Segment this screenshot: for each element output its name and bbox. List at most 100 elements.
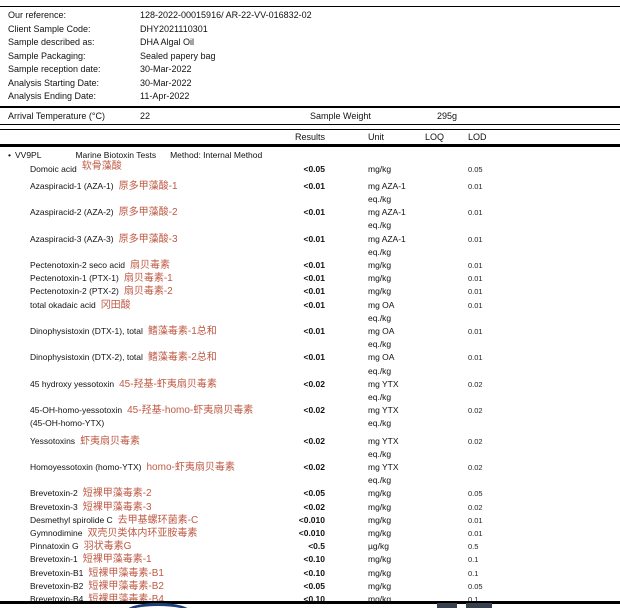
table-row: Brevetoxin-B1短裸甲藻毒素-B1 <0.10 mg/kg 0.1	[0, 567, 620, 580]
lod-value: 0.1	[468, 567, 620, 580]
result-value: <0.01	[268, 206, 325, 232]
analyte-name: Brevetoxin-B1	[30, 568, 83, 578]
loq-value	[425, 514, 468, 527]
result-value: <0.02	[268, 501, 325, 514]
arrival-temperature-value: 22	[140, 110, 150, 123]
table-row: Brevetoxin-B2短裸甲藻毒素-B2 <0.05 mg/kg 0.05	[0, 580, 620, 593]
analyte-annotation-cn: 原多甲藻酸-1	[119, 181, 178, 192]
table-row: Homoyessotoxin (homo-YTX) homo-虾夷扇贝毒素 <0.…	[0, 461, 620, 487]
bottom-thick-rule	[0, 601, 620, 604]
result-value: <0.01	[268, 325, 325, 351]
lod-value: 0.01	[468, 180, 620, 206]
analyte-annotation-cn: 扇贝毒素-1	[124, 273, 173, 284]
result-value: <0.02	[268, 435, 325, 461]
loq-value	[425, 527, 468, 540]
table-row: Brevetoxin-B4短裸甲藻毒素-B4 <0.10 mg/kg 0.1	[0, 593, 620, 606]
sample-info-row: Analysis Ending Date:11-Apr-2022	[8, 90, 312, 104]
loq-value	[425, 285, 468, 298]
lod-value: 0.01	[468, 351, 620, 377]
analyte-name: Pectenotoxin-2 (PTX-2)	[30, 286, 119, 296]
loq-value	[425, 206, 468, 232]
lod-value: 0.01	[468, 299, 620, 325]
field-label: Analysis Starting Date:	[8, 77, 140, 91]
unit-value: mg/kg	[368, 273, 391, 283]
section-name: Marine Biotoxin Tests	[75, 150, 156, 160]
loq-value	[425, 180, 468, 206]
loq-value	[425, 272, 468, 285]
field-label: Client Sample Code:	[8, 23, 140, 37]
table-row: Pectenotoxin-2 (PTX-2)扇贝毒素-2 <0.01 mg/kg…	[0, 285, 620, 298]
field-label: Our reference:	[8, 9, 140, 23]
analyte-annotation-cn: 短裸甲藻毒素-3	[83, 502, 152, 513]
sample-info-row: Sample Packaging:Sealed papery bag	[8, 50, 312, 64]
field-label: Sample Packaging:	[8, 50, 140, 64]
field-label: Sample reception date:	[8, 63, 140, 77]
unit-value: mg/kg	[368, 581, 391, 591]
analyte-annotation-cn: 45-羟基-homo-虾夷扇贝毒素	[127, 405, 253, 416]
analyte-annotation-cn: 原多甲藻酸-2	[119, 207, 178, 218]
table-row: Gymnodimine双壳贝类体内环亚胺毒素 <0.010 mg/kg 0.01	[0, 527, 620, 540]
header-band-rule-bottom	[0, 129, 620, 130]
result-value: <0.010	[268, 527, 325, 540]
column-header-results: Results	[268, 131, 325, 144]
lod-value: 0.02	[468, 435, 620, 461]
result-value: <0.02	[268, 378, 325, 404]
unit-value: mg YTX	[368, 405, 399, 415]
table-rows: Domoic acid软骨藻酸 <0.05 mg/kg 0.05 Azaspir…	[0, 163, 620, 607]
analyte-name: Brevetoxin-1	[30, 554, 78, 564]
result-value: <0.05	[268, 580, 325, 593]
field-value: Sealed papery bag	[140, 50, 216, 64]
sample-info-row: Analysis Starting Date:30-Mar-2022	[8, 77, 312, 91]
section-bullet: •	[8, 150, 11, 160]
lod-value: 0.01	[468, 259, 620, 272]
column-header-unit: Unit	[368, 131, 425, 144]
result-value: <0.01	[268, 272, 325, 285]
loq-value	[425, 233, 468, 259]
analyte-annotation-cn: homo-虾夷扇贝毒素	[146, 462, 234, 473]
test-section-row: •VV9PLMarine Biotoxin TestsMethod: Inter…	[0, 148, 620, 162]
lod-value: 0.01	[468, 285, 620, 298]
analyte-name: Azaspiracid-3 (AZA-3)	[30, 234, 114, 244]
table-row: 45 hydroxy yessotoxin45-羟基-虾夷扇贝毒素 <0.02 …	[0, 378, 620, 404]
table-row: Pinnatoxin G羽状毒素G <0.5 µg/kg 0.5	[0, 540, 620, 553]
table-row: Brevetoxin-1短裸甲藻毒素-1 <0.10 mg/kg 0.1	[0, 553, 620, 566]
table-row: Pectenotoxin-1 (PTX-1)扇贝毒素-1 <0.01 mg/kg…	[0, 272, 620, 285]
result-value: <0.02	[268, 404, 325, 430]
unit-value: mg YTX	[368, 436, 399, 446]
field-label: Sample described as:	[8, 36, 140, 50]
result-value: <0.5	[268, 540, 325, 553]
analyte-name: Brevetoxin-B2	[30, 581, 83, 591]
table-header-row: Results Unit LOQ LOD	[0, 131, 620, 144]
analyte-annotation-cn: 短裸甲藻毒素-2	[83, 488, 152, 499]
unit-value: mg/kg	[368, 260, 391, 270]
analyte-name: Dinophysistoxin (DTX-2), total	[30, 352, 143, 362]
analyte-name: 45 hydroxy yessotoxin	[30, 379, 114, 389]
analyte-annotation-cn: 扇贝毒素-2	[124, 286, 173, 297]
result-value: <0.02	[268, 461, 325, 487]
analyte-name: Homoyessotoxin (homo-YTX)	[30, 462, 141, 472]
unit-value-line2: eq./kg	[368, 391, 425, 404]
lod-value: 0.05	[468, 163, 620, 176]
analyte-name: total okadaic acid	[30, 300, 96, 310]
lod-value: 0.02	[468, 501, 620, 514]
unit-value: mg/kg	[368, 286, 391, 296]
field-value: 11-Apr-2022	[140, 90, 189, 104]
table-row: Azaspiracid-1 (AZA-1)原多甲藻酸-1 <0.01 mg AZ…	[0, 180, 620, 206]
lod-value: 0.02	[468, 461, 620, 487]
loq-value	[425, 299, 468, 325]
field-value: 128-2022-00015916/ AR-22-VV-016832-02	[140, 9, 312, 23]
sample-weight-value: 295g	[437, 110, 457, 123]
analyte-name: Yessotoxins	[30, 436, 75, 446]
lod-value: 0.02	[468, 404, 620, 430]
analyte-name-line2: (45-OH-homo-YTX)	[30, 417, 268, 430]
loq-value	[425, 435, 468, 461]
analyte-name: Brevetoxin-2	[30, 488, 78, 498]
field-value: DHA Algal Oil	[140, 36, 194, 50]
result-value: <0.01	[268, 259, 325, 272]
field-value: 30-Mar-2022	[140, 77, 192, 91]
table-row: Desmethyl spirolide C去甲基螺环菌素-C <0.010 mg…	[0, 514, 620, 527]
unit-value: mg/kg	[368, 568, 391, 578]
table-row: Azaspiracid-2 (AZA-2)原多甲藻酸-2 <0.01 mg AZ…	[0, 206, 620, 232]
analyte-annotation-cn: 羽状毒素G	[84, 541, 132, 552]
analyte-name: Brevetoxin-3	[30, 502, 78, 512]
